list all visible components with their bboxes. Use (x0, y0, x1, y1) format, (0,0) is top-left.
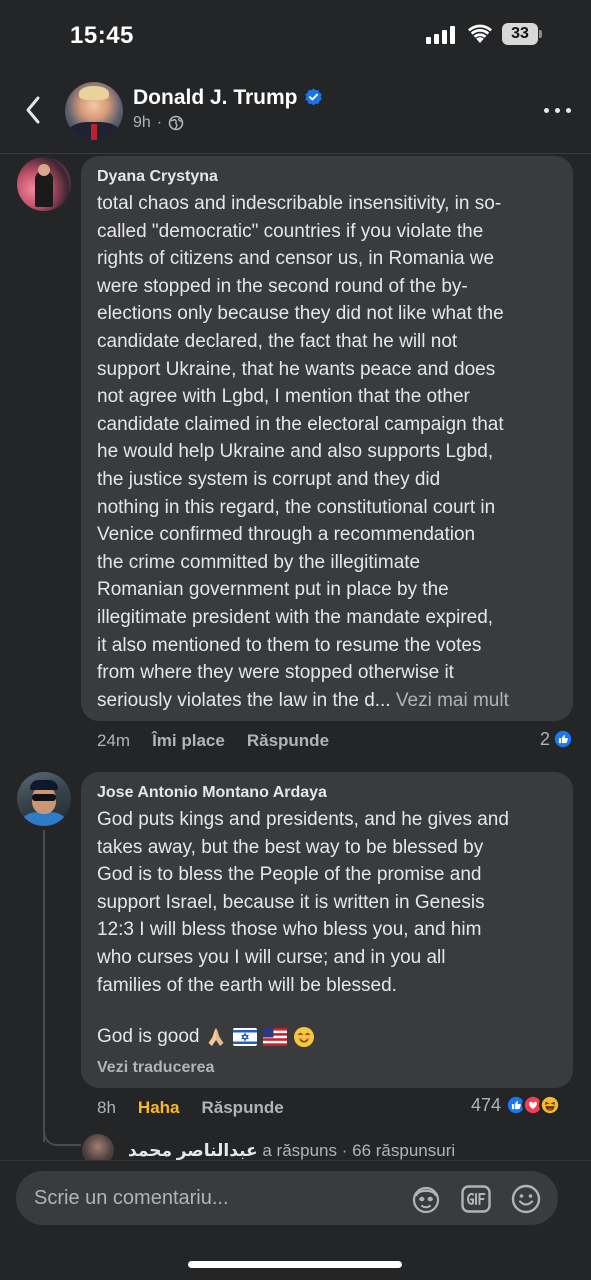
comment-line: called "democratic" countries if you vio… (97, 220, 484, 242)
praying-hands-icon (208, 1028, 224, 1046)
comment-bubble[interactable]: Dyana Crystyna total chaos and indescrib… (81, 156, 573, 721)
comment-line: rights of citizens and censor us, in Rom… (97, 248, 495, 270)
avatar-sticker-icon[interactable] (410, 1183, 442, 1215)
comment-actions: 8h Haha Răspunde (97, 1098, 284, 1118)
post-time: 9h (133, 114, 151, 131)
post-meta: 9h · (133, 114, 184, 132)
comment-line: Romanian government put in place by the (97, 579, 449, 601)
comment-input[interactable] (34, 1186, 394, 1210)
comment-closing: God is good (97, 1026, 315, 1048)
comment-line: he would help Ukraine and also supports … (97, 441, 494, 463)
comment-line: support Israel, because it is written in… (97, 891, 485, 913)
comment-line: takes away, but the best way to be bless… (97, 836, 484, 858)
verified-badge-icon (304, 88, 322, 106)
more-options-icon[interactable] (544, 96, 572, 126)
status-bar: 15:45 33 (0, 0, 591, 70)
comment-line: God puts kings and presidents, and he gi… (97, 809, 509, 830)
comment-author[interactable]: Jose Antonio Montano Ardaya (97, 784, 327, 802)
home-indicator[interactable] (188, 1261, 402, 1268)
comment-line: the justice system is corrupt and they d… (97, 468, 441, 490)
comment-line: total chaos and indescribable insensitiv… (97, 193, 502, 214)
commenter-avatar[interactable] (17, 772, 71, 826)
view-replies-link[interactable]: عبدالناصر محمد a răspuns · 66 răspunsuri (128, 1141, 455, 1161)
comment-line: candidate claimed in the electoral campa… (97, 413, 504, 435)
comment-line: Venice confirmed through a recommendatio… (97, 524, 476, 546)
comment-line: 12:3 I will bless those who bless you, a… (97, 919, 482, 941)
smiling-face-icon (294, 1027, 315, 1047)
page-name-text: Donald J. Trump (133, 86, 298, 109)
battery-level: 33 (502, 23, 538, 45)
comment-line: who curses you I will curse; and in you … (97, 946, 446, 968)
reaction-summary[interactable]: 474 (471, 1094, 562, 1116)
reply-author: عبدالناصر محمد (128, 1141, 258, 1160)
page-avatar[interactable] (65, 82, 123, 140)
comment-text: God puts kings and presidents, and he gi… (97, 806, 567, 999)
thread-line (43, 830, 45, 1142)
meta-separator: · (156, 114, 163, 131)
like-button[interactable]: Îmi place (152, 731, 225, 751)
comment-time: 24m (97, 731, 131, 750)
reaction-count: 2 (540, 728, 551, 749)
comment-bubble[interactable]: Jose Antonio Montano Ardaya God puts kin… (81, 772, 573, 1088)
see-more-link[interactable]: Vezi mai mult (396, 690, 509, 711)
comment-line: illegitimate president with the mandate … (97, 606, 494, 628)
gif-icon[interactable] (460, 1183, 492, 1215)
reply-button[interactable]: Răspunde (247, 731, 329, 751)
globe-icon (168, 115, 184, 131)
closing-text: God is good (97, 1026, 200, 1047)
comment-line: families of the earth will be blessed. (97, 974, 397, 996)
signal-icon (426, 26, 456, 44)
comment-line: support Ukraine, that he wants peace and… (97, 358, 496, 380)
comment-line: elections only because they did not like… (97, 303, 504, 325)
usa-flag-icon (263, 1028, 288, 1046)
emoji-icon[interactable] (510, 1183, 542, 1215)
comment-author[interactable]: Dyana Crystyna (97, 168, 218, 186)
status-time: 15:45 (70, 22, 134, 49)
post-header: Donald J. Trump 9h · (0, 70, 591, 154)
wifi-icon (468, 24, 492, 43)
page-name[interactable]: Donald J. Trump (133, 86, 323, 110)
battery-icon: 33 (502, 23, 542, 45)
see-translation-link[interactable]: Vezi traducerea (97, 1059, 214, 1077)
truncated-text: seriously violates the law in the d... (97, 689, 391, 711)
comment-line: the crime committed by the illegitimate (97, 551, 421, 573)
comment-line-last: seriously violates the law in the d... V… (97, 687, 567, 715)
reply-button[interactable]: Răspunde (202, 1098, 284, 1118)
thread-connector (43, 1122, 81, 1146)
haha-reaction-icon (539, 1094, 562, 1116)
comment-text: total chaos and indescribable insensitiv… (97, 190, 567, 714)
commenter-avatar[interactable] (17, 157, 71, 211)
comment-composer (16, 1171, 558, 1225)
comment-actions: 24m Îmi place Răspunde (97, 731, 329, 751)
comment-line: God is to bless the People of the promis… (97, 864, 482, 886)
comment-line: from where they were stopped otherwise i… (97, 662, 454, 684)
comment-line: nothing in this regard, the constitution… (97, 496, 496, 518)
reaction-count: 474 (471, 1094, 502, 1115)
israel-flag-icon (233, 1028, 258, 1046)
like-reaction-icon (552, 728, 575, 750)
haha-reaction-button[interactable]: Haha (138, 1098, 180, 1118)
comment-line: candidate declared, the fact that he wil… (97, 330, 458, 352)
reply-count-text: a răspuns · 66 răspunsuri (262, 1141, 456, 1160)
comment-line: were stopped in the second round of the … (97, 275, 468, 297)
back-button[interactable] (20, 92, 46, 128)
comment-line: it also mentioned to them to resume the … (97, 634, 482, 656)
comment-time: 8h (97, 1098, 116, 1117)
comment-line: not agree with Lgbd, I mention that the … (97, 386, 470, 408)
reaction-summary[interactable]: 2 (540, 728, 575, 750)
